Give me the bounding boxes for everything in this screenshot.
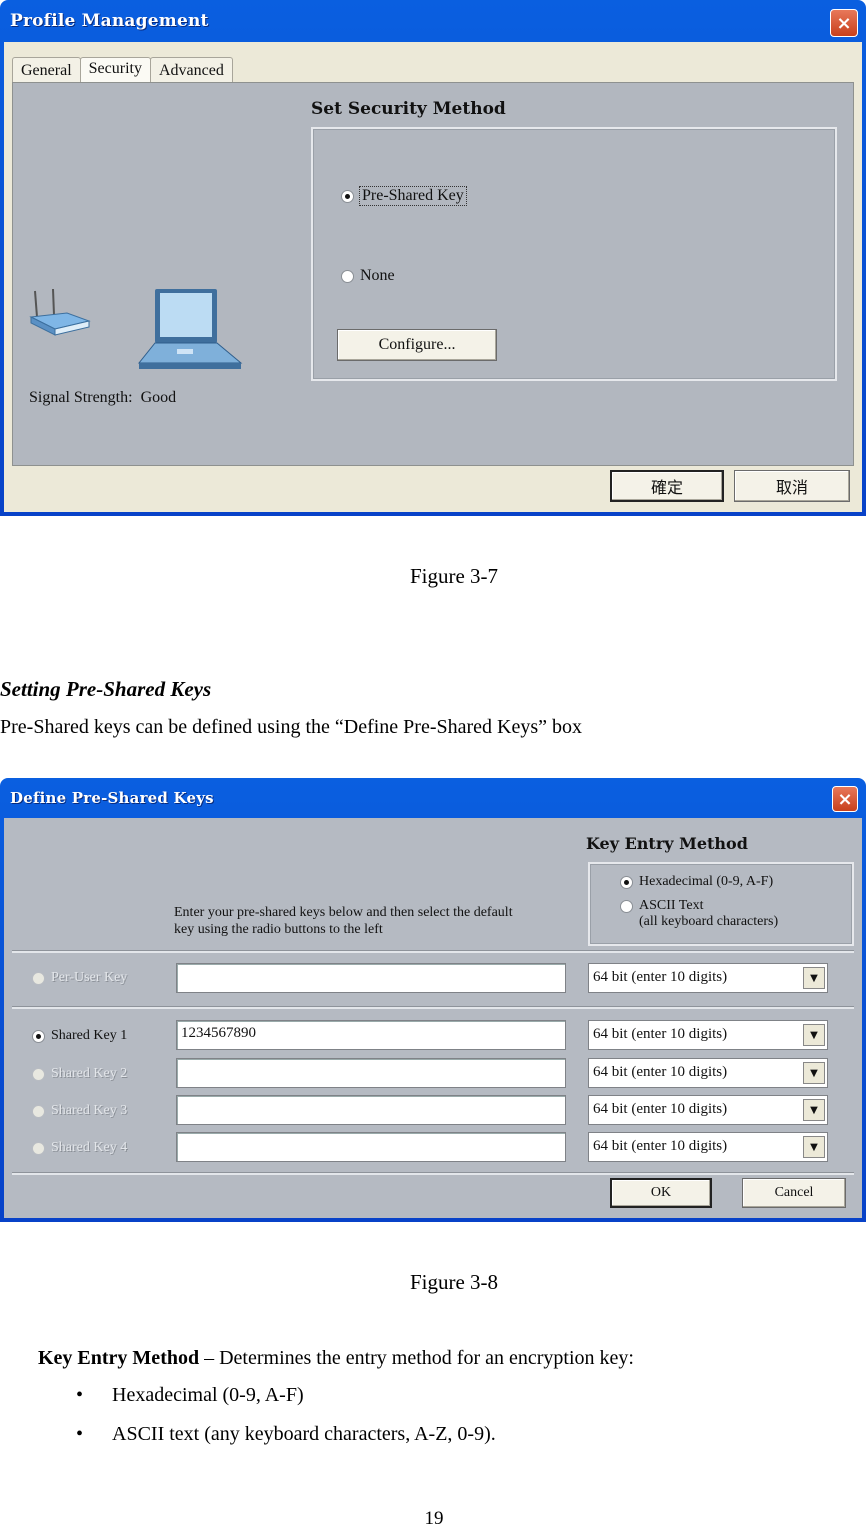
key-entry-term: Key Entry Method [38, 1347, 200, 1369]
window-client-area: General Security Advanced Signal Strengt… [4, 42, 862, 512]
key-entry-method-group: Hexadecimal (0-9, A-F) ASCII Text (all k… [588, 862, 854, 946]
key-entry-text: – Determines the entry method for an enc… [199, 1347, 634, 1369]
close-icon[interactable]: × [830, 9, 858, 37]
radio-shared-key-3[interactable]: Shared Key 3 [32, 1103, 127, 1119]
bullet-text: ASCII text (any keyboard characters, A-Z… [112, 1423, 496, 1445]
window-title: Define Pre-Shared Keys [10, 789, 214, 807]
select-value: 64 bit (enter 10 digits) [593, 969, 728, 985]
security-tab-panel: Signal Strength: Good Set Security Metho… [12, 82, 854, 466]
radio-label: Shared Key 2 [51, 1066, 128, 1081]
radio-per-user-key[interactable]: Per-User Key [32, 970, 127, 986]
shared-key-2-size-select[interactable]: 64 bit (enter 10 digits) ▼ [588, 1058, 828, 1088]
select-value: 64 bit (enter 10 digits) [593, 1064, 728, 1080]
radio-label: Hexadecimal (0-9, A-F) [639, 874, 774, 889]
shared-key-1-input[interactable]: 1234567890 [176, 1020, 566, 1050]
ok-button[interactable]: OK [610, 1178, 712, 1208]
window-client-area: Key Entry Method Hexadecimal (0-9, A-F) … [4, 818, 862, 1218]
separator [12, 1006, 854, 1009]
close-icon[interactable]: × [832, 786, 858, 812]
shared-key-3-input[interactable] [176, 1095, 566, 1125]
radio-label: Shared Key 1 [51, 1028, 128, 1043]
signal-strength-value: Good [140, 389, 177, 406]
radio-shared-key-2[interactable]: Shared Key 2 [32, 1066, 127, 1082]
tab-general[interactable]: General [12, 57, 81, 83]
radio-dot [341, 269, 354, 283]
radio-dot [32, 971, 45, 985]
radio-pre-shared-key[interactable]: Pre-Shared Key [341, 186, 467, 206]
chevron-down-icon[interactable]: ▼ [803, 1136, 825, 1158]
cancel-button[interactable]: Cancel [742, 1178, 846, 1208]
radio-dot [32, 1141, 45, 1155]
shared-key-2-input[interactable] [176, 1058, 566, 1088]
shared-key-3-size-select[interactable]: 64 bit (enter 10 digits) ▼ [588, 1095, 828, 1125]
separator [12, 950, 854, 953]
figure-caption: Figure 3-7 [409, 564, 499, 588]
bullet-item: • ASCII text (any keyboard characters, A… [76, 1423, 496, 1446]
tab-security[interactable]: Security [79, 57, 151, 84]
bullet-text: Hexadecimal (0-9, A-F) [112, 1384, 304, 1406]
shared-key-4-size-select[interactable]: 64 bit (enter 10 digits) ▼ [588, 1132, 828, 1162]
section-intro: Pre-Shared keys can be defined using the… [0, 716, 583, 738]
configure-button[interactable]: Configure... [337, 329, 497, 361]
radio-label: ASCII Text [639, 898, 704, 913]
chevron-down-icon[interactable]: ▼ [803, 1099, 825, 1121]
instructions-line-1: Enter your pre-shared keys below and the… [174, 905, 513, 920]
figure-caption: Figure 3-8 [409, 1270, 499, 1294]
select-value: 64 bit (enter 10 digits) [593, 1026, 728, 1042]
tab-strip: General Security Advanced [12, 56, 233, 84]
laptop-icon [137, 289, 243, 369]
set-security-method-title: Set Security Method [311, 99, 506, 119]
radio-label: Per-User Key [51, 970, 128, 985]
radio-dot [32, 1067, 45, 1081]
radio-none[interactable]: None [341, 267, 395, 285]
router-icon [29, 288, 91, 336]
ok-button[interactable]: 確定 [610, 470, 724, 502]
tab-advanced[interactable]: Advanced [149, 57, 233, 83]
profile-management-window: Profile Management × General Security Ad… [0, 0, 866, 516]
bullet-item: • Hexadecimal (0-9, A-F) [76, 1384, 304, 1407]
select-value: 64 bit (enter 10 digits) [593, 1101, 728, 1117]
radio-label: Shared Key 4 [51, 1140, 128, 1155]
radio-dot-selected [32, 1029, 45, 1043]
signal-strength: Signal Strength: Good [29, 389, 176, 407]
radio-shared-key-4[interactable]: Shared Key 4 [32, 1140, 127, 1156]
instructions-text: Enter your pre-shared keys below and the… [174, 904, 513, 938]
radio-hexadecimal[interactable]: Hexadecimal (0-9, A-F) [620, 874, 773, 890]
shared-key-1-size-select[interactable]: 64 bit (enter 10 digits) ▼ [588, 1020, 828, 1050]
key-entry-method-title: Key Entry Method [586, 834, 748, 853]
cancel-button[interactable]: 取消 [734, 470, 850, 502]
radio-dot-selected [341, 189, 354, 203]
define-pre-shared-keys-window: Define Pre-Shared Keys × Key Entry Metho… [0, 778, 866, 1222]
radio-label: Shared Key 3 [51, 1103, 128, 1118]
window-title: Profile Management [10, 11, 209, 31]
select-value: 64 bit (enter 10 digits) [593, 1138, 728, 1154]
bullet-icon: • [76, 1384, 84, 1406]
chevron-down-icon[interactable]: ▼ [803, 967, 825, 989]
page-number: 19 [424, 1508, 444, 1529]
radio-label: Pre-Shared Key [359, 186, 467, 206]
instructions-line-2: key using the radio buttons to the left [174, 922, 383, 937]
security-method-group: Pre-Shared Key None Configure... [311, 127, 837, 381]
radio-ascii-text[interactable]: ASCII Text (all keyboard characters) [620, 898, 778, 930]
signal-strength-label: Signal Strength: [29, 389, 133, 406]
radio-label: None [360, 267, 395, 284]
separator [12, 1172, 854, 1175]
chevron-down-icon[interactable]: ▼ [803, 1024, 825, 1046]
radio-sublabel: (all keyboard characters) [639, 914, 779, 929]
radio-dot [620, 900, 633, 913]
per-user-key-size-select[interactable]: 64 bit (enter 10 digits) ▼ [588, 963, 828, 993]
radio-shared-key-1[interactable]: Shared Key 1 [32, 1028, 127, 1044]
per-user-key-input[interactable] [176, 963, 566, 993]
shared-key-4-input[interactable] [176, 1132, 566, 1162]
radio-dot-selected [620, 875, 633, 889]
radio-label-block: ASCII Text (all keyboard characters) [639, 898, 778, 930]
radio-dot [32, 1104, 45, 1118]
section-heading: Setting Pre-Shared Keys [0, 677, 212, 701]
key-entry-description: Key Entry Method – Determines the entry … [38, 1347, 634, 1370]
chevron-down-icon[interactable]: ▼ [803, 1062, 825, 1084]
bullet-icon: • [76, 1423, 84, 1445]
